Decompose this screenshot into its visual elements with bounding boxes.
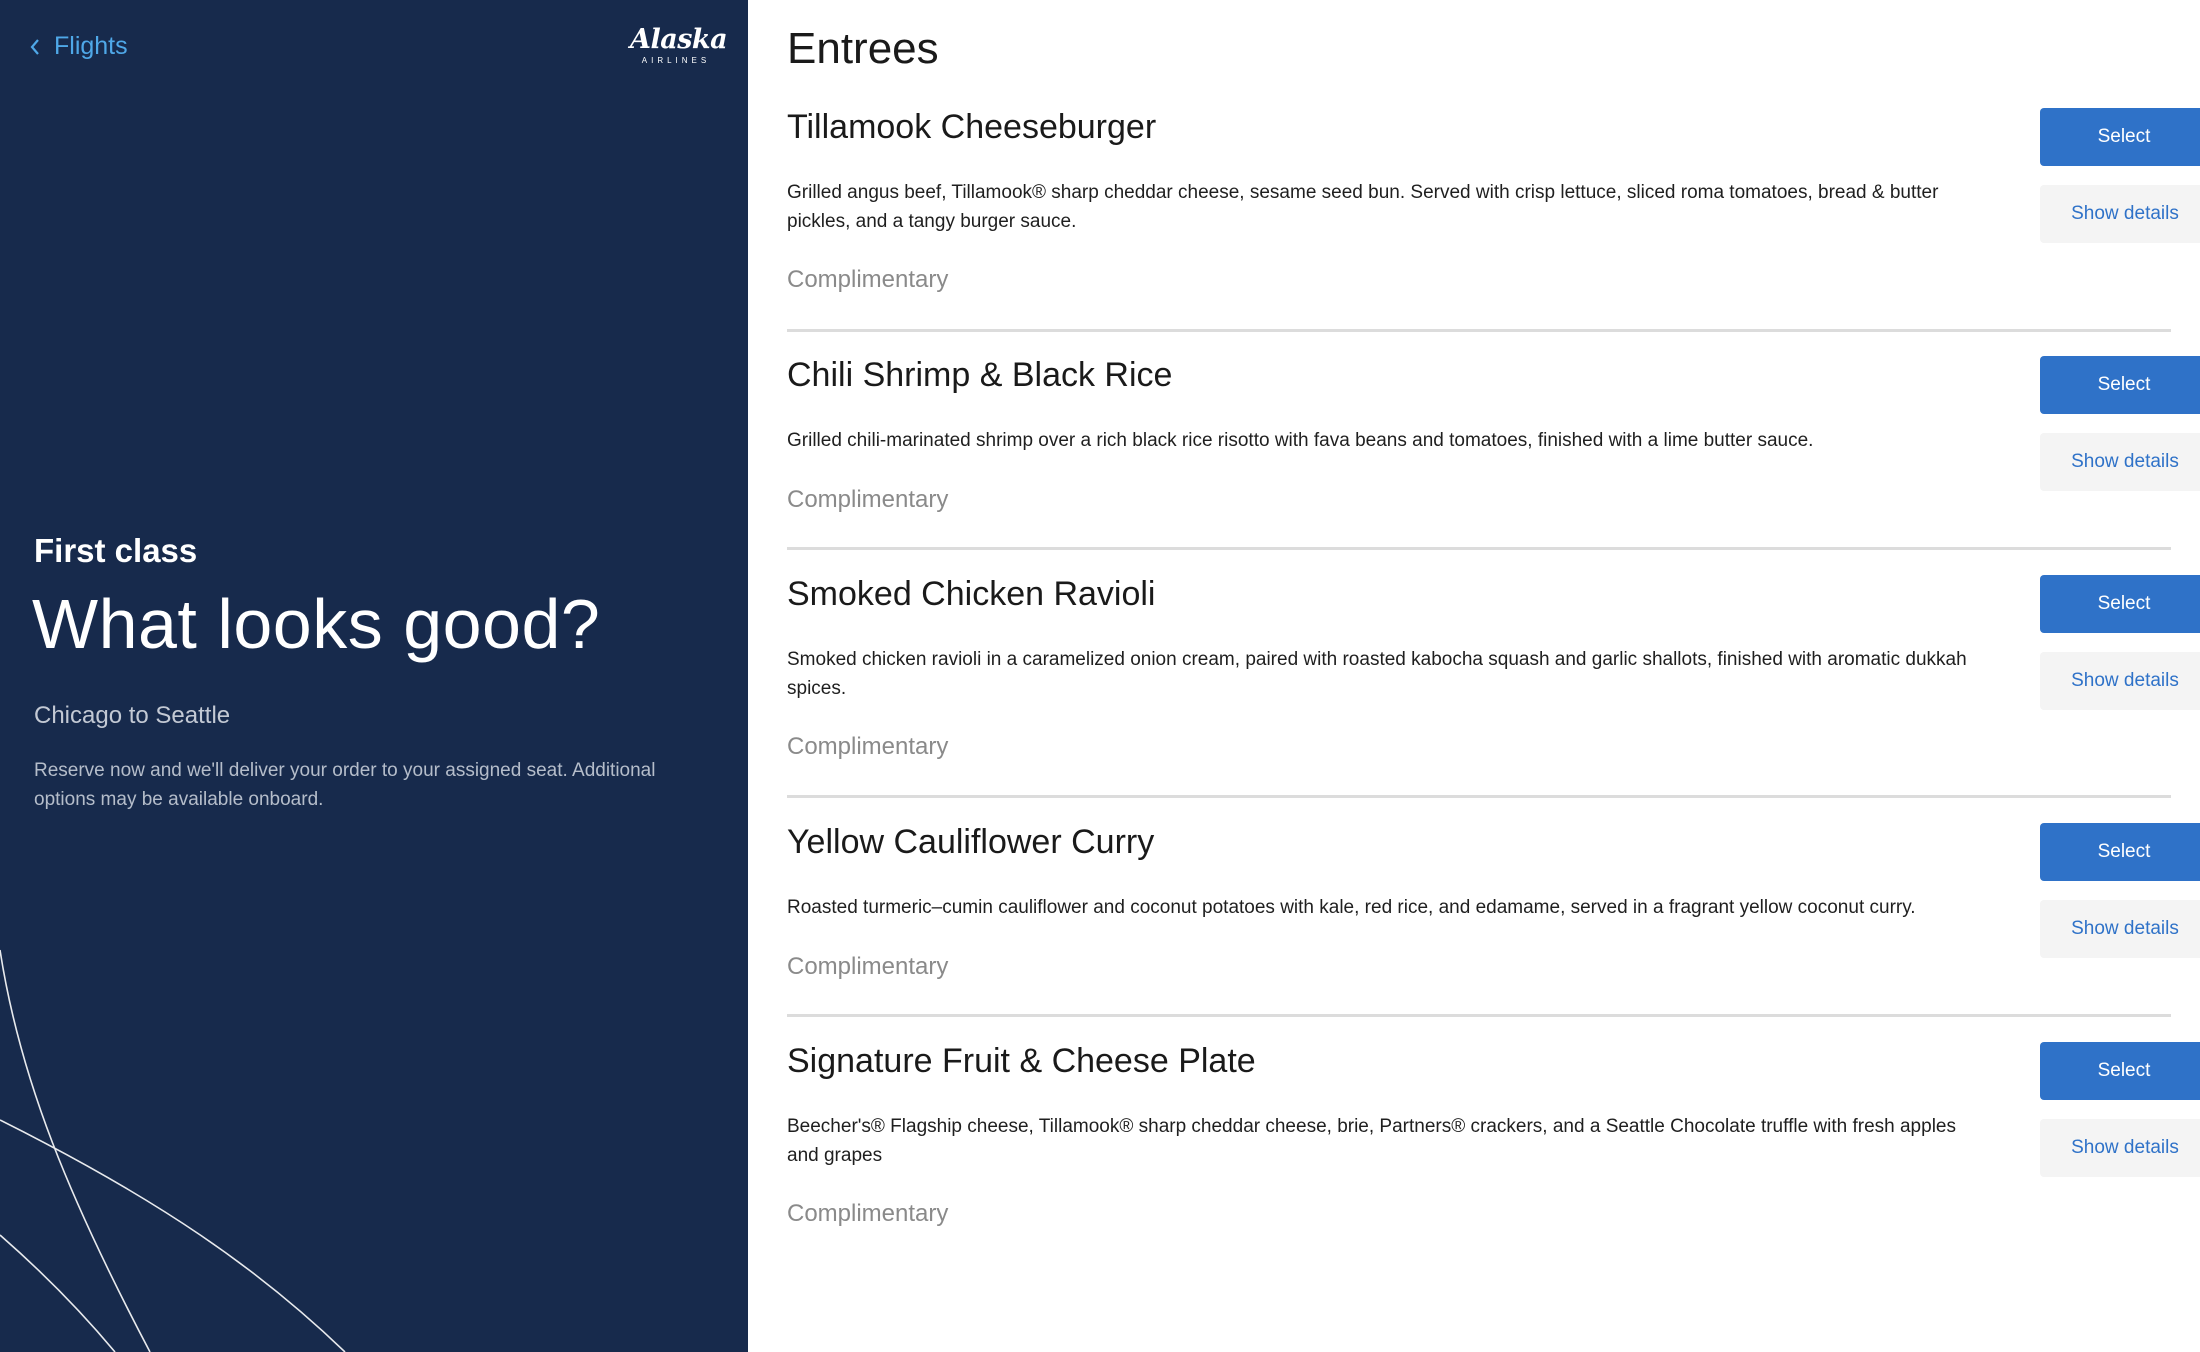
entree-description: Grilled angus beef, Tillamook® sharp che… [787, 182, 1939, 232]
entree-name: Smoked Chicken Ravioli [787, 575, 1156, 613]
alaska-airlines-logo: Alaska AIRLINES [630, 24, 728, 70]
section-title: Entrees [787, 24, 939, 73]
select-button[interactable]: Select [2040, 823, 2200, 881]
logo-subtext: AIRLINES [641, 56, 711, 65]
divider [787, 547, 2171, 550]
select-button[interactable]: Select [2040, 356, 2200, 414]
entree-description: Grilled chili-marinated shrimp over a ri… [787, 430, 1814, 451]
reservation-info: Reserve now and we'll deliver your order… [34, 760, 656, 810]
back-to-flights-link[interactable]: Flights [30, 32, 128, 61]
entree-name: Chili Shrimp & Black Rice [787, 356, 1173, 394]
chevron-left-icon [30, 38, 40, 55]
select-button[interactable]: Select [2040, 1042, 2200, 1100]
entree-description: Roasted turmeric–cumin cauliflower and c… [787, 897, 1916, 918]
select-button[interactable]: Select [2040, 108, 2200, 166]
show-details-button[interactable]: Show details [2040, 1119, 2200, 1177]
entree-name: Signature Fruit & Cheese Plate [787, 1042, 1256, 1080]
divider [787, 795, 2171, 798]
show-details-button[interactable]: Show details [2040, 900, 2200, 958]
entree-price: Complimentary [787, 266, 949, 293]
back-link-label: Flights [54, 32, 128, 60]
hero-panel: Flights Alaska AIRLINES First class What… [0, 0, 748, 1352]
divider [787, 329, 2171, 332]
show-details-button[interactable]: Show details [2040, 652, 2200, 710]
entree-price: Complimentary [787, 486, 949, 513]
app: Flights Alaska AIRLINES First class What… [0, 0, 2200, 1352]
logo-wordmark: Alaska [630, 24, 728, 55]
entree-name: Yellow Cauliflower Curry [787, 823, 1155, 861]
entree-price: Complimentary [787, 953, 949, 980]
entree-price: Complimentary [787, 733, 949, 760]
entree-name: Tillamook Cheeseburger [787, 108, 1157, 146]
page-headline: What looks good? [32, 585, 601, 663]
cabin-class-label: First class [34, 532, 198, 569]
show-details-button[interactable]: Show details [2040, 185, 2200, 243]
select-button[interactable]: Select [2040, 575, 2200, 633]
entree-description: Smoked chicken ravioli in a caramelized … [787, 649, 1967, 699]
show-details-button[interactable]: Show details [2040, 433, 2200, 491]
divider [787, 1014, 2171, 1017]
entree-price: Complimentary [787, 1200, 949, 1227]
flight-route: Chicago to Seattle [34, 702, 231, 729]
decorative-curves [0, 949, 346, 1352]
menu-panel: Entrees Tillamook Cheeseburger Grilled a… [748, 0, 2200, 1352]
entree-description: Beecher's® Flagship cheese, Tillamook® s… [787, 1116, 1956, 1166]
